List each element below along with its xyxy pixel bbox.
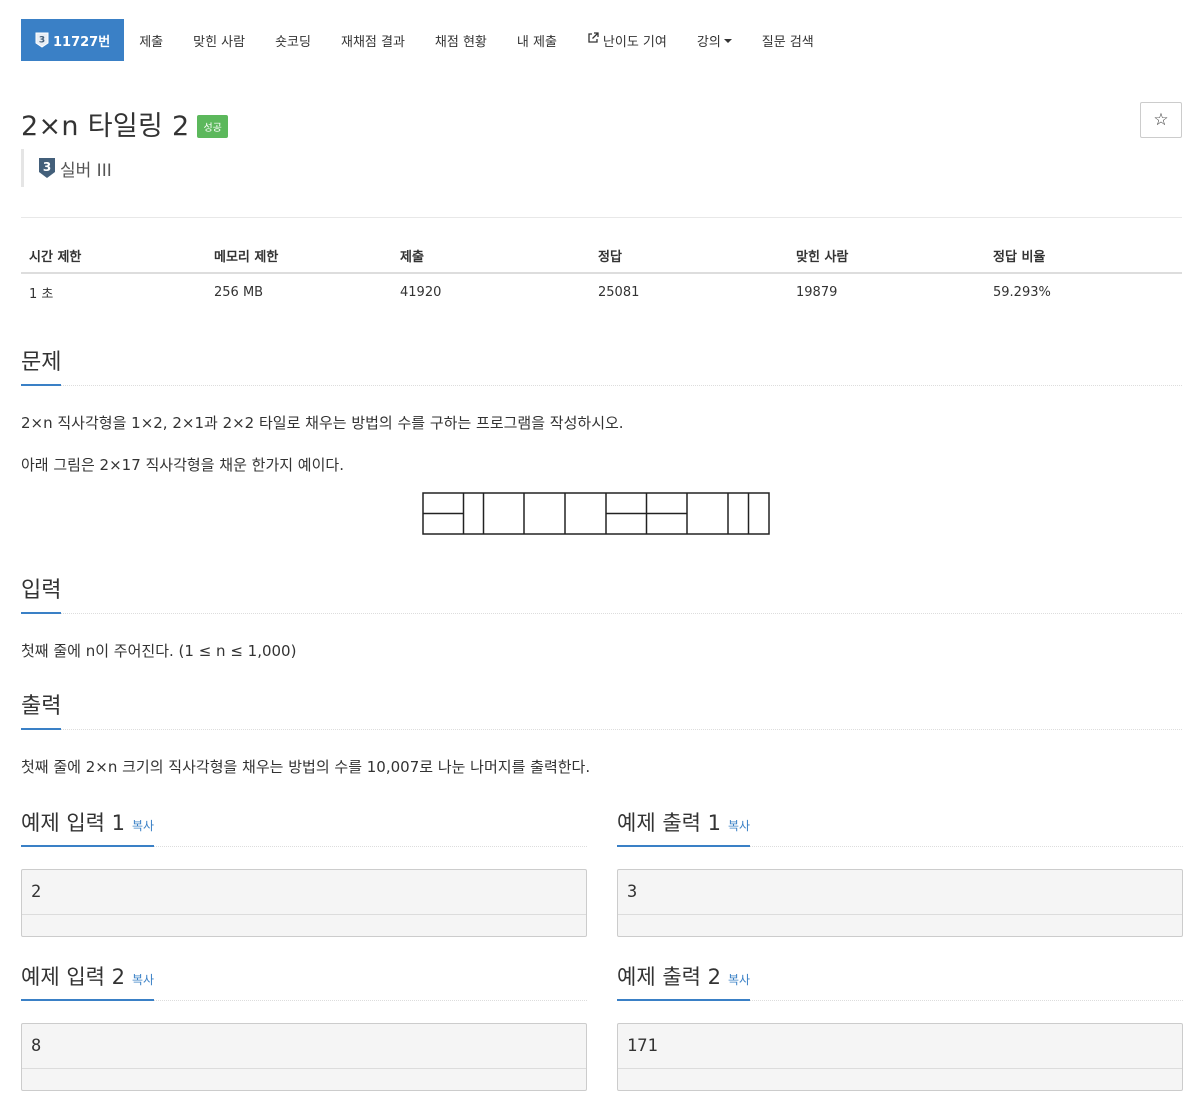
copy-button[interactable]: 복사 [132, 973, 154, 987]
tab-problem[interactable]: 3 11727번 [21, 19, 125, 61]
time-limit-value: 1 초 [29, 286, 54, 302]
silver-tier-icon: 3 [38, 157, 56, 179]
tiling-figure [422, 492, 770, 540]
divider [21, 729, 1182, 730]
tab-problem-label: 11727번 [53, 34, 111, 50]
problem-tab-nav: 3 11727번 제출 맞힌 사람 숏코딩 재채점 결과 채점 현황 내 제출 … [21, 19, 829, 61]
table-header-cell: 메모리 제한 [214, 249, 279, 265]
section-title: 출력 [21, 688, 62, 730]
caret-down-icon [723, 39, 732, 43]
tab-lectures-label: 강의 [696, 34, 721, 50]
tab-question-search[interactable]: 질문 검색 [747, 19, 829, 61]
sample-input-2-box[interactable]: 8 [21, 1023, 587, 1091]
tab-lectures[interactable]: 강의 [682, 19, 747, 61]
output-description: 첫째 줄에 2×n 크기의 직사각형을 채우는 방법의 수를 10,007로 나… [21, 758, 591, 776]
copy-button[interactable]: 복사 [728, 819, 750, 833]
table-header-cell: 정답 비율 [993, 249, 1046, 265]
table-header-cell: 정답 [598, 249, 622, 265]
divider [618, 914, 1182, 915]
sample-title-text: 예제 출력 1 [617, 811, 721, 835]
accept-ratio-value: 59.293% [993, 284, 1051, 300]
section-title: 입력 [21, 572, 62, 614]
star-button[interactable]: ☆ [1140, 102, 1182, 138]
sample-title-text: 예제 입력 2 [21, 965, 125, 989]
external-link-icon [587, 32, 599, 48]
tab-judge-status[interactable]: 채점 현황 [420, 19, 502, 61]
tier-number: 3 [39, 36, 45, 46]
sample-title: 예제 입력 1 복사 [21, 807, 155, 847]
problem-section-header: 문제 [21, 344, 1182, 386]
sample-input-2-header: 예제 입력 2 복사 [21, 961, 587, 1001]
input-section-header: 입력 [21, 572, 1182, 614]
sample-output-1-box[interactable]: 3 [617, 869, 1183, 937]
submissions-value: 41920 [400, 284, 442, 300]
star-icon: ☆ [1153, 110, 1169, 130]
problem-title-row: 2×n 타일링 2 성공 [21, 104, 228, 143]
copy-button[interactable]: 복사 [132, 819, 154, 833]
tab-submit[interactable]: 제출 [124, 19, 178, 61]
sample-input-1-box[interactable]: 2 [21, 869, 587, 937]
table-header-row: 시간 제한 메모리 제한 제출 정답 맞힌 사람 정답 비율 [21, 238, 1182, 274]
divider [21, 385, 1182, 386]
problem-description: 2×n 직사각형을 1×2, 2×1과 2×2 타일로 채우는 방법의 수를 구… [21, 414, 624, 432]
divider [618, 1068, 1182, 1069]
memory-limit-value: 256 MB [214, 284, 264, 300]
sample-title-text: 예제 출력 2 [617, 965, 721, 989]
accepted-value: 25081 [598, 284, 640, 300]
divider [21, 217, 1182, 218]
silver-tier-icon: 3 [35, 32, 49, 48]
sample-input-1-header: 예제 입력 1 복사 [21, 807, 587, 847]
tier-number: 3 [43, 160, 51, 174]
copy-button[interactable]: 복사 [728, 973, 750, 987]
sample-title: 예제 출력 1 복사 [617, 807, 751, 847]
sample-output-1-header: 예제 출력 1 복사 [617, 807, 1183, 847]
problem-title: 2×n 타일링 2 [21, 111, 190, 142]
divider [22, 1068, 586, 1069]
table-row: 1 초 256 MB 41920 25081 19879 59.293% [21, 274, 1182, 310]
tab-rejudge-results[interactable]: 재채점 결과 [326, 19, 420, 61]
sample-output-1-value: 3 [627, 882, 638, 902]
table-header-cell: 맞힌 사람 [796, 249, 849, 265]
sample-title: 예제 입력 2 복사 [21, 961, 155, 1001]
input-description: 첫째 줄에 n이 주어진다. (1 ≤ n ≤ 1,000) [21, 642, 297, 660]
section-title: 문제 [21, 344, 62, 386]
sample-title: 예제 출력 2 복사 [617, 961, 751, 1001]
sample-title-text: 예제 입력 1 [21, 811, 125, 835]
table-header-cell: 제출 [400, 249, 424, 265]
sample-input-2-value: 8 [31, 1036, 42, 1056]
sample-output-2-value: 171 [627, 1036, 658, 1056]
problem-info-table: 시간 제한 메모리 제한 제출 정답 맞힌 사람 정답 비율 1 초 256 M… [21, 238, 1182, 310]
sample-input-1-value: 2 [31, 882, 42, 902]
sample-output-2-header: 예제 출력 2 복사 [617, 961, 1183, 1001]
problem-description: 아래 그림은 2×17 직사각형을 채운 한가지 예이다. [21, 456, 344, 474]
status-badge: 성공 [197, 115, 228, 138]
sample-output-2-box[interactable]: 171 [617, 1023, 1183, 1091]
solved-users-value: 19879 [796, 284, 838, 300]
tab-difficulty-contribution[interactable]: 난이도 기여 [572, 19, 682, 61]
divider [22, 914, 586, 915]
tab-my-submissions[interactable]: 내 제출 [502, 19, 572, 61]
tab-difficulty-label: 난이도 기여 [602, 34, 667, 50]
tab-solved-users[interactable]: 맞힌 사람 [178, 19, 260, 61]
problem-tier: 3 실버 III [21, 149, 112, 187]
output-section-header: 출력 [21, 688, 1182, 730]
tier-label: 실버 III [60, 160, 112, 181]
divider [21, 613, 1182, 614]
table-header-cell: 시간 제한 [29, 249, 82, 265]
tab-short-coding[interactable]: 숏코딩 [260, 19, 326, 61]
